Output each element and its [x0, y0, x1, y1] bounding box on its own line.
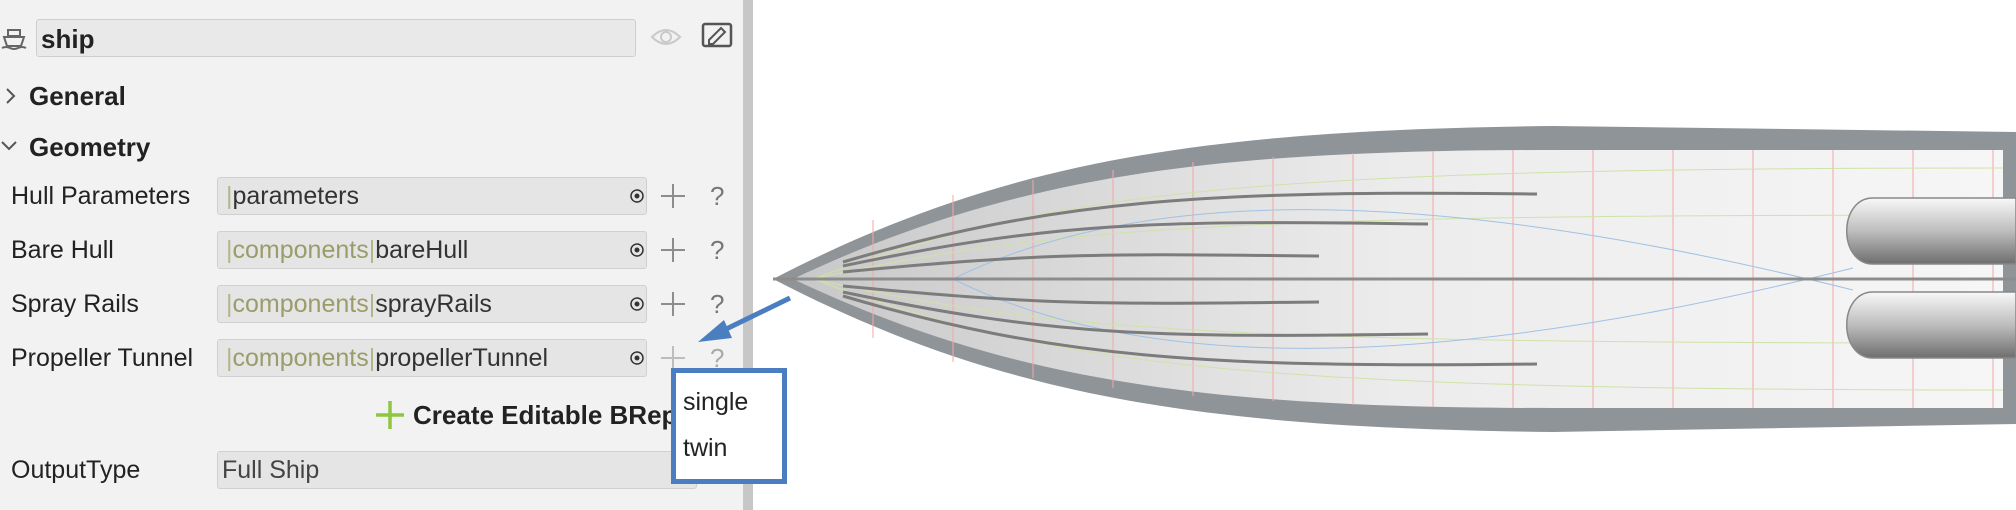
create-editable-brep-label: Create Editable BRep: [413, 399, 678, 430]
property-row-bare-hull: Bare Hull |components|bareHull ?: [0, 231, 743, 269]
plus-icon[interactable]: [658, 285, 688, 323]
create-editable-brep-button[interactable]: Create Editable BRep: [373, 397, 677, 433]
reference-prefix: components: [232, 236, 369, 264]
chevron-right-icon: [3, 88, 17, 104]
output-type-select[interactable]: Full Ship: [217, 451, 697, 489]
chevron-down-icon: [1, 139, 17, 153]
property-label: Spray Rails: [11, 290, 139, 318]
property-row-hull-parameters: Hull Parameters |parameters ?: [0, 177, 743, 215]
property-label: Bare Hull: [11, 236, 114, 264]
object-name-field[interactable]: ship: [36, 19, 636, 57]
ship-icon: [0, 26, 28, 52]
reference-prefix: components: [232, 290, 369, 318]
ship-hull-render: [773, 126, 2016, 432]
reference-value: sprayRails: [375, 290, 492, 318]
reference-field[interactable]: |components|bareHull: [217, 231, 647, 269]
dropdown-option-twin[interactable]: twin: [676, 425, 782, 471]
arrow-pointer-icon: [698, 295, 792, 342]
eye-icon[interactable]: [650, 25, 682, 49]
reference-value: parameters: [232, 182, 359, 210]
section-general[interactable]: General: [0, 78, 700, 114]
reference-prefix: components: [232, 344, 369, 372]
property-label: Hull Parameters: [11, 182, 191, 210]
edit-icon[interactable]: [701, 21, 733, 51]
reference-value: bareHull: [375, 236, 469, 264]
section-geometry-label: Geometry: [29, 132, 151, 162]
reference-field[interactable]: |components|propellerTunnel: [217, 339, 647, 377]
tunnel-type-dropdown[interactable]: single twin: [671, 368, 787, 484]
reference-value: propellerTunnel: [375, 344, 548, 372]
plus-icon[interactable]: [658, 231, 688, 269]
reference-field[interactable]: |parameters: [217, 177, 647, 215]
target-icon[interactable]: [627, 285, 647, 323]
section-general-label: General: [29, 81, 126, 111]
3d-viewport[interactable]: [753, 0, 2016, 510]
section-geometry[interactable]: Geometry: [0, 129, 700, 165]
plus-icon: [373, 398, 407, 432]
target-icon[interactable]: [627, 177, 647, 215]
property-label: Propeller Tunnel: [11, 344, 194, 372]
property-row-spray-rails: Spray Rails |components|sprayRails ?: [0, 285, 743, 323]
help-icon[interactable]: ?: [710, 177, 730, 215]
dropdown-option-single[interactable]: single: [676, 379, 782, 425]
reference-field[interactable]: |components|sprayRails: [217, 285, 647, 323]
target-icon[interactable]: [627, 339, 647, 377]
output-type-label: OutputType: [11, 456, 141, 484]
properties-panel: ship General Geometry Hull Parameters |p…: [0, 0, 743, 510]
plus-icon[interactable]: [658, 177, 688, 215]
target-icon[interactable]: [627, 231, 647, 269]
help-icon[interactable]: ?: [710, 231, 730, 269]
property-row-propeller-tunnel: Propeller Tunnel |components|propellerTu…: [0, 339, 743, 377]
